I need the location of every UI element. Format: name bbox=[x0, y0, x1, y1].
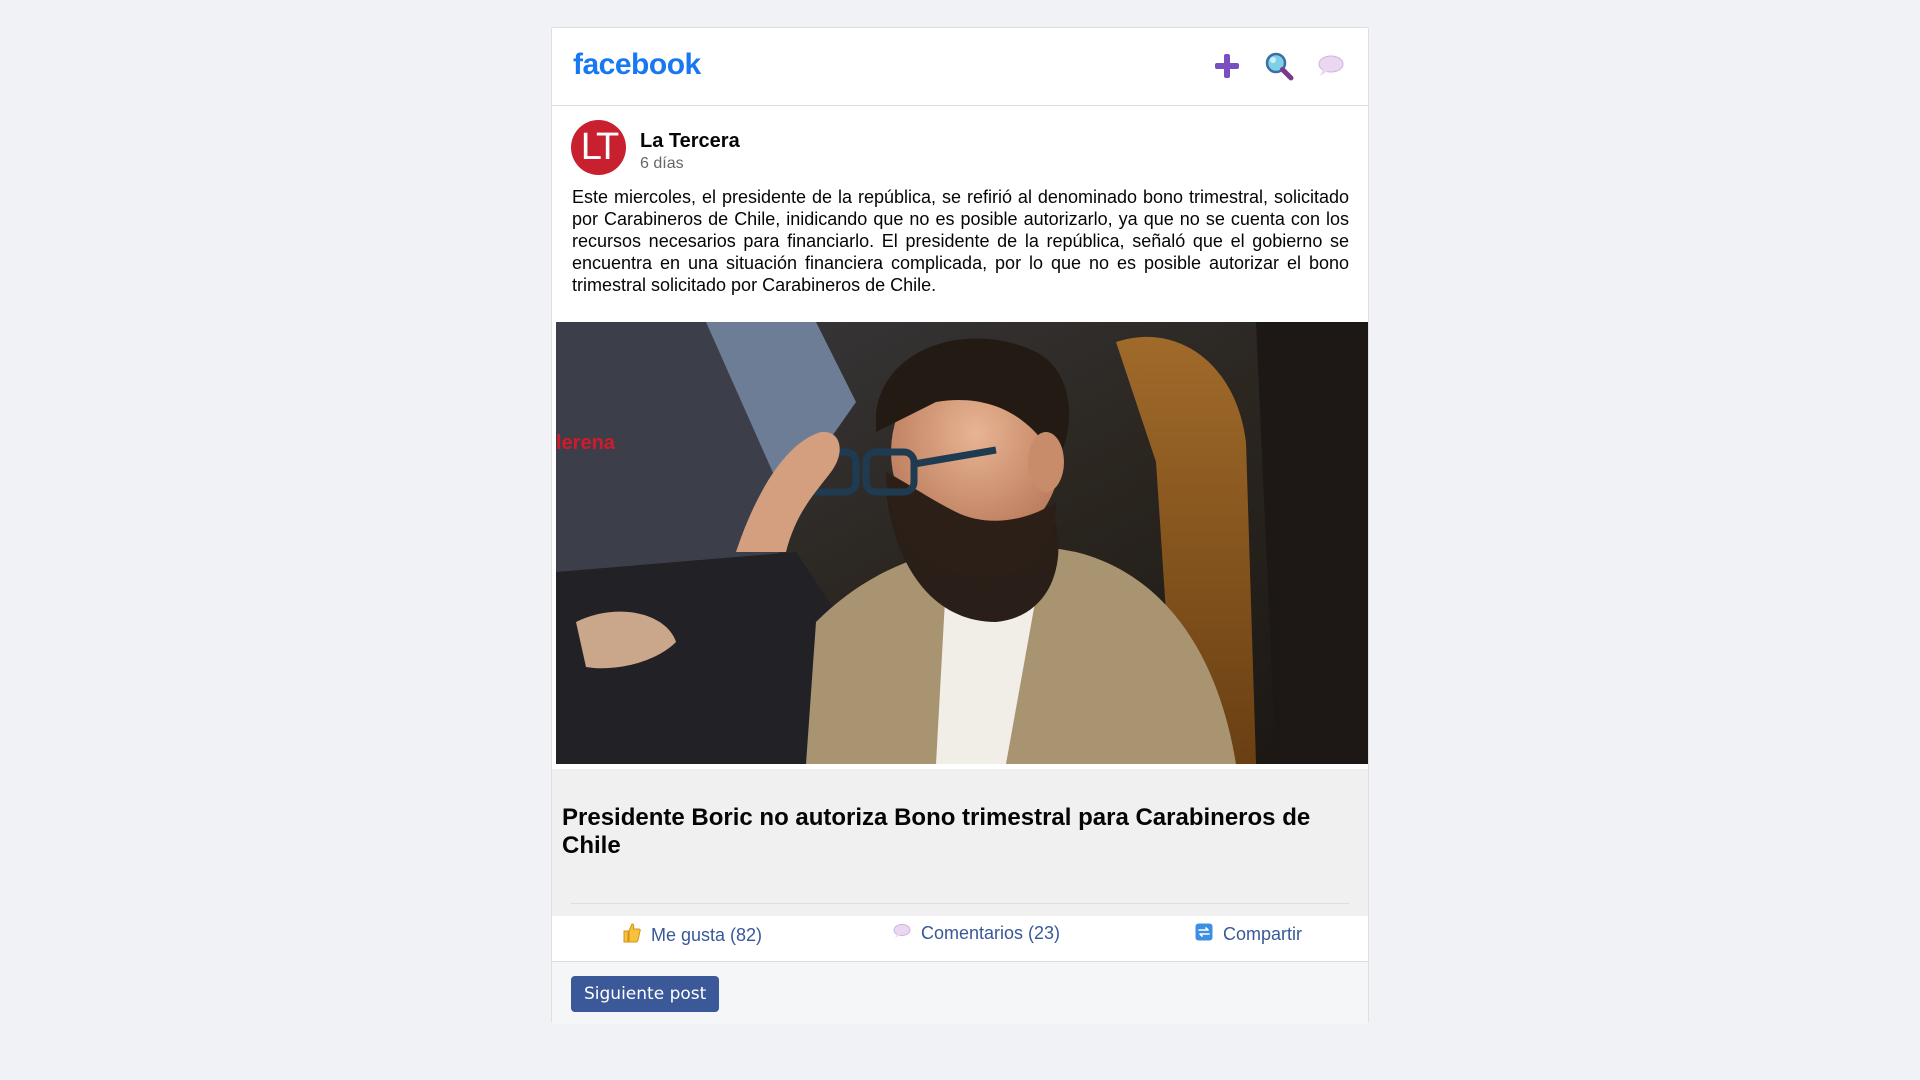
comment-button[interactable]: Comentarios (23) bbox=[893, 923, 1060, 944]
link-preview[interactable]: Presidente Boric no autoriza Bono trimes… bbox=[552, 769, 1368, 916]
avatar[interactable]: LT bbox=[571, 120, 626, 175]
actions-bar: Me gusta (82) Comentarios (23) Compartir bbox=[571, 903, 1349, 961]
post-text: Este miercoles, el presidente de la repú… bbox=[572, 187, 1349, 295]
post-photo-illustration bbox=[556, 322, 1368, 764]
post-header: LT La Tercera 6 días bbox=[552, 106, 1368, 186]
share-icon bbox=[1195, 923, 1213, 946]
footer: Siguiente post bbox=[552, 961, 1368, 1024]
author-name[interactable]: La Tercera bbox=[640, 130, 740, 153]
chat-bubble-icon[interactable] bbox=[1316, 50, 1346, 82]
search-icon[interactable] bbox=[1264, 50, 1294, 82]
comment-icon bbox=[893, 923, 911, 944]
top-bar: facebook bbox=[552, 28, 1368, 106]
like-label: Me gusta (82) bbox=[651, 925, 763, 945]
facebook-logo[interactable]: facebook bbox=[573, 48, 701, 82]
share-label: Compartir bbox=[1223, 924, 1303, 944]
next-post-button[interactable]: Siguiente post bbox=[571, 976, 720, 1012]
post-photo[interactable]: lerena bbox=[556, 322, 1368, 764]
like-button[interactable]: Me gusta (82) bbox=[623, 923, 762, 948]
photo-watermark: lerena bbox=[556, 432, 615, 454]
top-icons bbox=[1212, 50, 1346, 82]
share-button[interactable]: Compartir bbox=[1195, 923, 1302, 946]
post-time[interactable]: 6 días bbox=[640, 155, 684, 173]
post-card: facebook LT La Tercera 6 días Este mierc… bbox=[551, 27, 1369, 1024]
thumbs-up-icon bbox=[623, 923, 641, 948]
plus-icon[interactable] bbox=[1212, 50, 1242, 82]
comment-label: Comentarios (23) bbox=[921, 923, 1061, 943]
link-title[interactable]: Presidente Boric no autoriza Bono trimes… bbox=[562, 804, 1348, 860]
